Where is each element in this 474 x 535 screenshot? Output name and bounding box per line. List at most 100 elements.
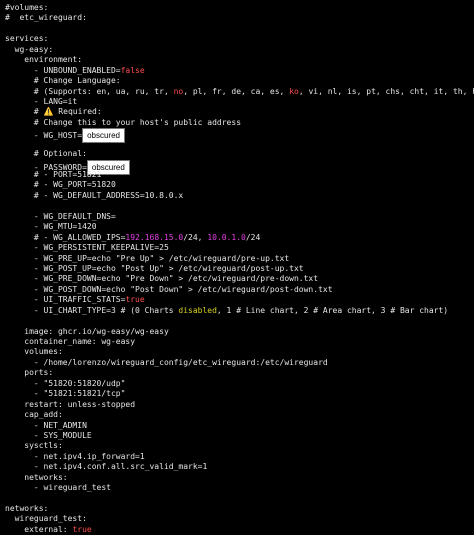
code-token: container_name: wg-easy xyxy=(5,337,136,346)
code-line: - WG_POST_DOWN=echo "Post Down" > /etc/w… xyxy=(5,285,474,295)
code-token: #volumes: xyxy=(5,3,49,12)
code-token: - WG_DEFAULT_DNS= xyxy=(5,211,116,221)
code-line: - WG_POST_UP=echo "Post Up" > /etc/wireg… xyxy=(5,264,474,274)
code-line: networks: xyxy=(5,504,474,514)
code-line: sysctls: xyxy=(5,441,474,451)
code-token: networks: xyxy=(5,472,68,482)
code-token: # Change Language: xyxy=(5,76,121,86)
code-line: cap_add: xyxy=(5,410,474,420)
code-line: # etc_wireguard: xyxy=(5,13,474,23)
code-line: external: true xyxy=(5,525,474,535)
code-line: services: xyxy=(5,34,474,44)
code-token-yellow: disabled xyxy=(178,305,217,315)
code-token: , 1 # Line chart, 2 # Area chart, 3 # Ba… xyxy=(216,305,449,315)
code-token: external: xyxy=(5,524,73,534)
code-line: # Optional: xyxy=(5,149,474,159)
code-line: - UI_TRAFFIC_STATS=true xyxy=(5,295,474,305)
code-token: - WG_PERSISTENT_KEEPALIVE=25 xyxy=(5,243,169,253)
code-line: # - PORT=51821 xyxy=(5,170,474,180)
code-line: container_name: wg-easy xyxy=(5,337,474,347)
code-line: - net.ipv4.ip_forward=1 xyxy=(5,452,474,462)
code-token: # ⚠️ Required: xyxy=(5,107,102,117)
code-line: # - WG_PORT=51820 xyxy=(5,180,474,190)
code-token: ports: xyxy=(5,368,54,378)
code-token-red: false xyxy=(120,65,145,75)
code-token: - net.ipv4.conf.all.src_valid_mark=1 xyxy=(5,462,208,472)
code-token: - UNBOUND_ENABLED= xyxy=(5,65,121,75)
code-line: # Change Language: xyxy=(5,76,474,86)
code-token: restart: unless-stopped xyxy=(5,399,136,409)
code-line: - WG_PERSISTENT_KEEPALIVE=25 xyxy=(5,243,474,253)
code-token: # (Supports: en, ua, ru, tr, xyxy=(5,86,174,96)
code-token: - NET_ADMIN xyxy=(5,420,87,430)
code-line: restart: unless-stopped xyxy=(5,400,474,410)
code-token: - WG_POST_UP=echo "Post Up" > /etc/wireg… xyxy=(5,263,304,273)
code-token: sysctls: xyxy=(5,441,63,451)
code-line: # ⚠️ Required: xyxy=(5,107,474,117)
code-token: - UI_TRAFFIC_STATS= xyxy=(5,295,126,305)
code-line: - net.ipv4.conf.all.src_valid_mark=1 xyxy=(5,462,474,472)
code-token: - UI_CHART_TYPE=3 # (0 Charts xyxy=(5,305,179,315)
code-token-red: true xyxy=(125,295,145,305)
code-token: # - PORT=51821 xyxy=(5,170,102,179)
code-line: - UNBOUND_ENABLED=false xyxy=(5,66,474,76)
code-token: cap_add: xyxy=(5,410,63,420)
code-token: - "51820:51820/udp" xyxy=(5,378,126,388)
code-line: - LANG=it xyxy=(5,97,474,107)
code-line: - WG_MTU=1420 xyxy=(5,222,474,232)
code-token: wg-easy: xyxy=(5,44,54,54)
code-token: /24, xyxy=(183,232,208,242)
code-line: image: ghcr.io/wg-easy/wg-easy xyxy=(5,327,474,337)
code-token: - WG_MTU=1420 xyxy=(5,222,97,232)
code-line: volumes: xyxy=(5,347,474,357)
code-line: - /home/lorenzo/wireguard_config/etc_wir… xyxy=(5,358,474,368)
code-token-magenta: 192.168.15.0 xyxy=(125,232,184,242)
code-line: ports: xyxy=(5,368,474,378)
code-line: - UI_CHART_TYPE=3 # (0 Charts disabled, … xyxy=(5,306,474,316)
code-line: # Change this to your host's public addr… xyxy=(5,118,474,128)
code-line: - WG_DEFAULT_DNS= xyxy=(5,212,474,222)
code-line: - WG_HOST= obscured xyxy=(5,128,474,144)
code-line: #volumes: xyxy=(5,3,474,13)
code-line: - wireguard_test xyxy=(5,483,474,493)
code-line: - "51821:51821/tcp" xyxy=(5,389,474,399)
code-line: - WG_PRE_DOWN=echo "Pre Down" > /etc/wir… xyxy=(5,274,474,284)
code-token: - WG_PRE_DOWN=echo "Pre Down" > /etc/wir… xyxy=(5,274,319,284)
terminal-window[interactable]: #volumes: # etc_wireguard: services: wg-ea… xyxy=(0,0,474,534)
code-token: networks: xyxy=(5,504,49,513)
code-token: - /home/lorenzo/wireguard_config/etc_wir… xyxy=(5,357,328,367)
code-token: # Change this to your host's public addr… xyxy=(5,117,242,127)
code-token-magenta: 10.0.1.0 xyxy=(207,232,246,242)
code-token: - SYS_MODULE xyxy=(5,430,92,440)
code-token: - net.ipv4.ip_forward=1 xyxy=(5,451,145,461)
code-token-red: ko xyxy=(289,86,299,96)
code-token: - WG_HOST= xyxy=(5,131,83,141)
code-line: - PASSWORD= obscured xyxy=(5,159,474,175)
code-token: # - WG_ALLOWED_IPS= xyxy=(5,232,126,242)
code-token: - wireguard_test xyxy=(5,483,111,493)
code-line: wg-easy: xyxy=(5,45,474,55)
code-token: /24 xyxy=(245,232,261,242)
code-token: services: xyxy=(5,34,49,44)
code-token-red: true xyxy=(72,524,92,534)
code-token: environment: xyxy=(5,55,83,65)
code-line: - "51820:51820/udp" xyxy=(5,379,474,389)
code-token: - WG_PRE_UP=echo "Pre Up" > /etc/wiregua… xyxy=(5,253,290,263)
code-token: # etc_wireguard: xyxy=(5,13,87,23)
code-token: volumes: xyxy=(5,347,63,357)
code-token: - "51821:51821/tcp" xyxy=(5,389,126,399)
code-token: # Optional: xyxy=(5,149,87,159)
code-token: - LANG=it xyxy=(5,96,78,106)
code-line: # - WG_DEFAULT_ADDRESS=10.8.0.x xyxy=(5,191,474,201)
code-line: - NET_ADMIN xyxy=(5,421,474,431)
code-token: # - WG_DEFAULT_ADDRESS=10.8.0.x xyxy=(5,190,184,200)
code-token: - WG_POST_DOWN=echo "Post Down" > /etc/w… xyxy=(5,284,333,294)
code-token: # - WG_PORT=51820 xyxy=(5,180,116,190)
code-line: networks: xyxy=(5,473,474,483)
code-token: image: ghcr.io/wg-easy/wg-easy xyxy=(5,326,169,336)
code-token: , vi, nl, is, pt, chs, cht, it, th, hi xyxy=(298,86,474,96)
